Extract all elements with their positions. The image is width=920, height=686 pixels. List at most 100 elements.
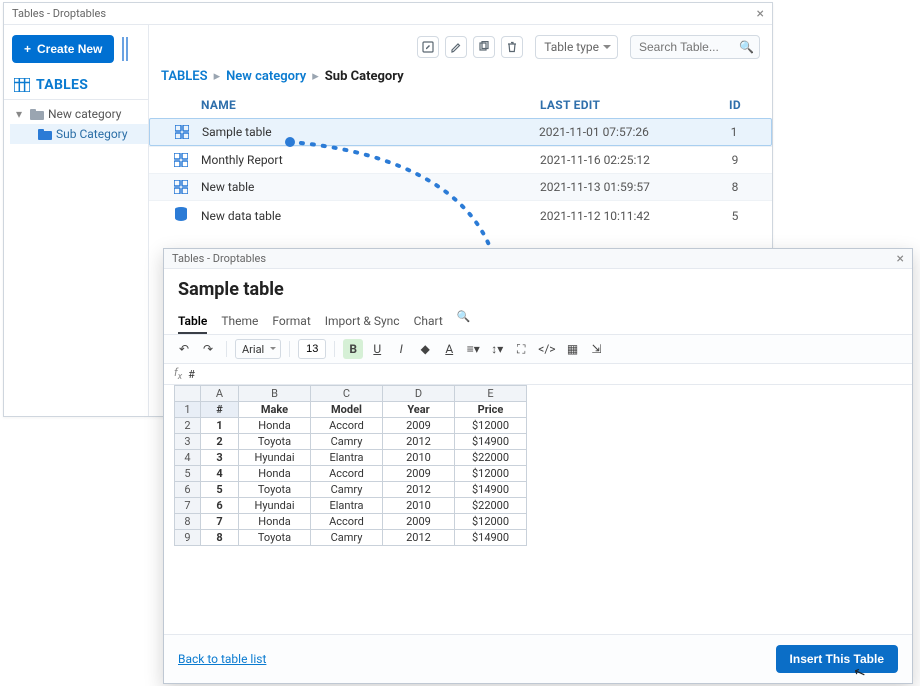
cell[interactable]: # bbox=[201, 402, 239, 418]
cell[interactable]: Elantra bbox=[311, 450, 383, 466]
row-header[interactable]: 6 bbox=[175, 482, 201, 498]
row-header[interactable]: 7 bbox=[175, 498, 201, 514]
cell[interactable]: $14900 bbox=[455, 530, 527, 546]
col-header[interactable]: C bbox=[311, 386, 383, 402]
font-size-input[interactable] bbox=[298, 339, 326, 359]
edit-icon[interactable] bbox=[417, 36, 439, 58]
cell[interactable]: $14900 bbox=[455, 434, 527, 450]
cell[interactable]: 2012 bbox=[383, 482, 455, 498]
create-new-button[interactable]: + Create New bbox=[12, 35, 114, 63]
cell[interactable]: Model bbox=[311, 402, 383, 418]
cell[interactable]: Honda bbox=[239, 514, 311, 530]
text-color-button[interactable]: A bbox=[439, 339, 459, 359]
row-header[interactable]: 3 bbox=[175, 434, 201, 450]
cell[interactable]: Accord bbox=[311, 466, 383, 482]
breadcrumb-tables[interactable]: TABLES bbox=[161, 69, 208, 84]
vertical-align-button[interactable]: ↕▾ bbox=[487, 339, 507, 359]
cell[interactable]: Make bbox=[239, 402, 311, 418]
trash-icon[interactable] bbox=[501, 36, 523, 58]
formula-value[interactable]: # bbox=[188, 368, 195, 381]
row-header[interactable]: 8 bbox=[175, 514, 201, 530]
cell[interactable]: $12000 bbox=[455, 418, 527, 434]
copy-icon[interactable] bbox=[473, 36, 495, 58]
cell[interactable]: 3 bbox=[201, 450, 239, 466]
close-icon[interactable]: × bbox=[897, 251, 904, 267]
row-header[interactable]: 4 bbox=[175, 450, 201, 466]
cell[interactable]: 2012 bbox=[383, 434, 455, 450]
cell[interactable]: 6 bbox=[201, 498, 239, 514]
cell[interactable]: Toyota bbox=[239, 482, 311, 498]
cell[interactable]: Hyundai bbox=[239, 450, 311, 466]
row-header[interactable]: 2 bbox=[175, 418, 201, 434]
cell[interactable]: Camry bbox=[311, 482, 383, 498]
redo-icon[interactable]: ↷ bbox=[198, 339, 218, 359]
cell[interactable]: $22000 bbox=[455, 450, 527, 466]
cell[interactable]: $12000 bbox=[455, 466, 527, 482]
row-header[interactable]: 1 bbox=[175, 402, 201, 418]
font-family-select[interactable]: Arial bbox=[235, 339, 281, 359]
cell[interactable]: Year bbox=[383, 402, 455, 418]
row-header[interactable]: 5 bbox=[175, 466, 201, 482]
cell[interactable]: $14900 bbox=[455, 482, 527, 498]
table-type-select[interactable]: Table type bbox=[535, 35, 618, 59]
cell[interactable]: $12000 bbox=[455, 514, 527, 530]
undo-icon[interactable]: ↶ bbox=[174, 339, 194, 359]
rename-icon[interactable] bbox=[445, 36, 467, 58]
code-icon[interactable]: </> bbox=[535, 339, 558, 359]
cell[interactable]: Honda bbox=[239, 418, 311, 434]
merge-icon[interactable]: ⇲ bbox=[587, 339, 607, 359]
cell[interactable]: 8 bbox=[201, 530, 239, 546]
cell[interactable]: Hyundai bbox=[239, 498, 311, 514]
drag-handle-icon[interactable] bbox=[122, 37, 128, 61]
table-row[interactable]: New table 2021-11-13 01:59:57 8 bbox=[149, 173, 772, 200]
cell[interactable]: 5 bbox=[201, 482, 239, 498]
search-icon[interactable]: 🔍 bbox=[739, 40, 754, 54]
col-header[interactable]: B bbox=[239, 386, 311, 402]
cell[interactable]: 2012 bbox=[383, 530, 455, 546]
bold-button[interactable]: B bbox=[343, 339, 363, 359]
col-last-edit[interactable]: LAST EDIT bbox=[540, 98, 710, 112]
table-row[interactable]: Sample table 2021-11-01 07:57:26 1 bbox=[149, 118, 772, 146]
fullscreen-icon[interactable]: ⛶ bbox=[511, 339, 531, 359]
close-icon[interactable]: × bbox=[757, 6, 764, 22]
cell[interactable]: Toyota bbox=[239, 434, 311, 450]
cell[interactable]: $22000 bbox=[455, 498, 527, 514]
col-header[interactable]: A bbox=[201, 386, 239, 402]
table-row[interactable]: New data table 2021-11-12 10:11:42 5 bbox=[149, 200, 772, 230]
tab-import-sync[interactable]: Import & Sync bbox=[325, 310, 400, 334]
row-header[interactable]: 9 bbox=[175, 530, 201, 546]
spreadsheet[interactable]: A B C D E 1 # Make Model Year Price 21Ho… bbox=[174, 385, 527, 546]
cell[interactable]: 2010 bbox=[383, 450, 455, 466]
tab-table[interactable]: Table bbox=[178, 310, 207, 334]
col-id[interactable]: ID bbox=[710, 98, 760, 112]
table-row[interactable]: Monthly Report 2021-11-16 02:25:12 9 bbox=[149, 146, 772, 173]
tab-format[interactable]: Format bbox=[272, 310, 310, 334]
cell[interactable]: Camry bbox=[311, 434, 383, 450]
fill-color-button[interactable]: ◆ bbox=[415, 339, 435, 359]
cell[interactable]: Camry bbox=[311, 530, 383, 546]
tab-chart[interactable]: Chart bbox=[414, 310, 443, 334]
align-button[interactable]: ≡▾ bbox=[463, 339, 483, 359]
search-icon[interactable]: 🔍 bbox=[457, 310, 471, 334]
underline-button[interactable]: U bbox=[367, 339, 387, 359]
cell[interactable]: 2009 bbox=[383, 418, 455, 434]
grid-icon[interactable]: ▦ bbox=[563, 339, 583, 359]
col-header[interactable]: D bbox=[383, 386, 455, 402]
col-name[interactable]: NAME bbox=[201, 98, 540, 112]
italic-button[interactable]: I bbox=[391, 339, 411, 359]
collapse-icon[interactable]: ▾ bbox=[16, 107, 26, 121]
tab-theme[interactable]: Theme bbox=[221, 310, 258, 334]
insert-table-button[interactable]: Insert This Table bbox=[776, 645, 898, 673]
cell[interactable]: Price bbox=[455, 402, 527, 418]
cell[interactable]: Honda bbox=[239, 466, 311, 482]
cell[interactable]: Elantra bbox=[311, 498, 383, 514]
tree-item-sub-category[interactable]: Sub Category bbox=[10, 124, 148, 144]
back-to-list-link[interactable]: Back to table list bbox=[178, 652, 266, 666]
cell[interactable]: Toyota bbox=[239, 530, 311, 546]
cell[interactable]: Accord bbox=[311, 418, 383, 434]
cell[interactable]: Accord bbox=[311, 514, 383, 530]
cell[interactable]: 1 bbox=[201, 418, 239, 434]
breadcrumb-new-category[interactable]: New category bbox=[226, 69, 306, 84]
cell[interactable]: 2010 bbox=[383, 498, 455, 514]
cell[interactable]: 2009 bbox=[383, 466, 455, 482]
